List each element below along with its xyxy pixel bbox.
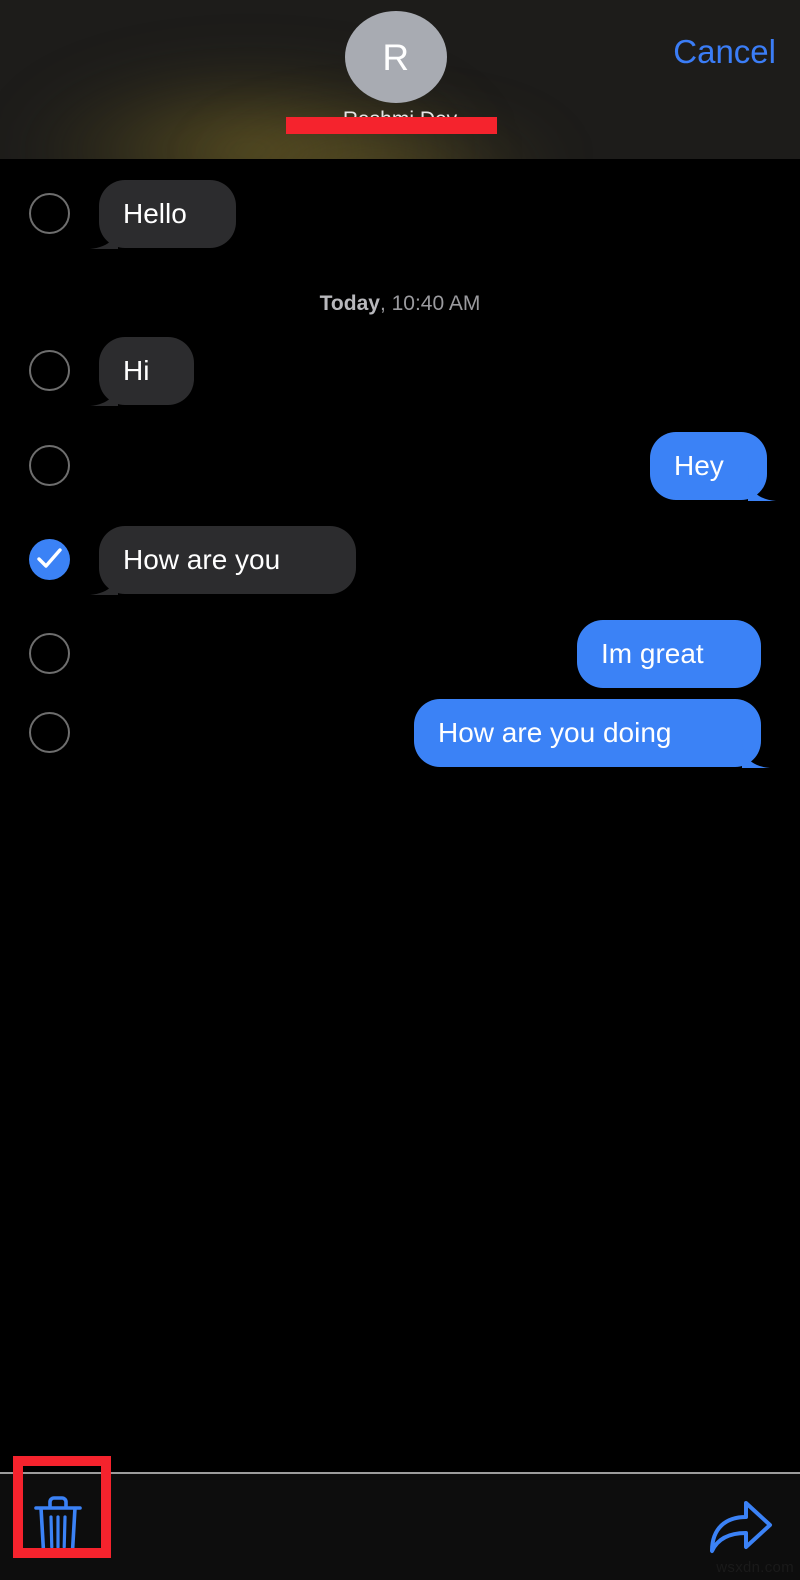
forward-arrow-icon <box>710 1501 772 1553</box>
message-row[interactable]: How are you doing <box>0 699 800 768</box>
bubble-tail-icon <box>748 473 776 501</box>
bubble-tail-icon <box>90 567 118 595</box>
message-row[interactable]: Hello <box>0 180 800 249</box>
message-list: Hello Today, 10:40 AM Hi Hey How are you… <box>0 159 800 1472</box>
message-bubble[interactable]: How are you <box>90 526 356 595</box>
bubble-tail-icon <box>90 221 118 249</box>
message-select-checkbox[interactable] <box>29 539 70 580</box>
avatar-initial: R <box>382 36 410 78</box>
message-bubble[interactable]: Im great <box>577 620 761 688</box>
message-select-checkbox[interactable] <box>29 633 70 674</box>
message-text: Hello <box>123 198 187 229</box>
forward-button[interactable] <box>708 1498 774 1558</box>
bubble-tail-icon <box>90 378 118 406</box>
timestamp-day: Today <box>319 292 380 315</box>
message-bubble[interactable]: Hello <box>90 180 236 249</box>
bubble-tail-icon <box>742 740 770 768</box>
cancel-button[interactable]: Cancel <box>673 33 776 71</box>
delete-button[interactable] <box>30 1496 86 1558</box>
trash-icon <box>34 1496 82 1558</box>
messages-selection-screen: R Rashmi Dev Cancel Hello Today, 10:40 A… <box>0 0 800 1580</box>
message-select-checkbox[interactable] <box>29 193 70 234</box>
message-row[interactable]: Hi <box>0 337 800 406</box>
selection-action-toolbar: wsxdn.com <box>0 1472 800 1580</box>
message-bubble[interactable]: Hey <box>650 432 776 501</box>
header-glow-decoration <box>0 30 560 159</box>
timestamp-time: , 10:40 AM <box>379 292 481 315</box>
watermark: wsxdn.com <box>716 1559 794 1576</box>
conversation-header: R Rashmi Dev Cancel <box>0 0 800 159</box>
message-select-checkbox[interactable] <box>29 350 70 391</box>
message-select-checkbox[interactable] <box>29 712 70 753</box>
checkmark-icon <box>37 548 62 568</box>
message-row[interactable]: Hey <box>0 432 800 501</box>
message-text: Hi <box>123 355 150 386</box>
message-bubble[interactable]: How are you doing <box>414 699 770 768</box>
message-text: Im great <box>601 638 704 669</box>
message-bubble[interactable]: Hi <box>90 337 194 406</box>
avatar[interactable]: R <box>345 11 447 103</box>
message-text: How are you doing <box>438 717 672 748</box>
message-text: Hey <box>674 450 724 481</box>
message-row[interactable]: Im great <box>0 620 800 688</box>
name-redaction-bar <box>286 117 497 134</box>
message-select-checkbox[interactable] <box>29 445 70 486</box>
message-row[interactable]: How are you <box>0 526 800 595</box>
timestamp-divider: Today, 10:40 AM <box>0 292 800 316</box>
message-text: How are you <box>123 544 281 575</box>
